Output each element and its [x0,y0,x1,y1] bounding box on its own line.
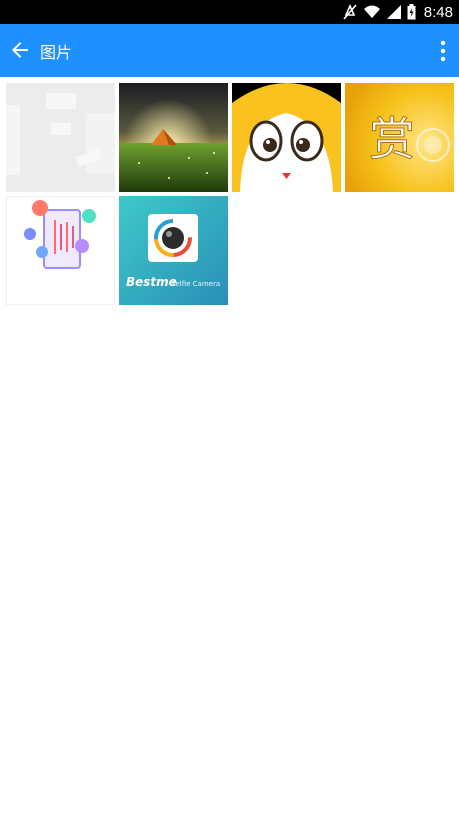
bestme-brand-text: Bestme [126,275,177,289]
faded-text-image[interactable] [6,83,115,192]
page-title: 图片 [40,43,73,62]
bestme-subtitle-text: Selfie Camera [171,280,220,288]
tent-meadow-image[interactable] [119,83,228,192]
app-bar: 图片 [0,24,459,77]
status-time: 8:48 [423,3,453,21]
phone-app-promo-image[interactable] [6,196,115,305]
bestme-selfie-camera-image[interactable]: Bestme Selfie Camera [119,196,228,305]
back-arrow-icon[interactable] [8,38,32,62]
battery-icon [407,4,416,20]
cartoon-face-image[interactable] [232,83,341,192]
mute-icon [343,4,357,20]
reward-character-image[interactable]: 赏 [345,83,454,192]
status-icons: 8:48 [343,0,453,24]
reward-character-text: 赏 [369,112,415,166]
status-bar: 8:48 [0,0,459,24]
wifi-icon [363,5,380,18]
overflow-menu-icon[interactable] [437,39,449,63]
signal-icon [386,5,401,19]
